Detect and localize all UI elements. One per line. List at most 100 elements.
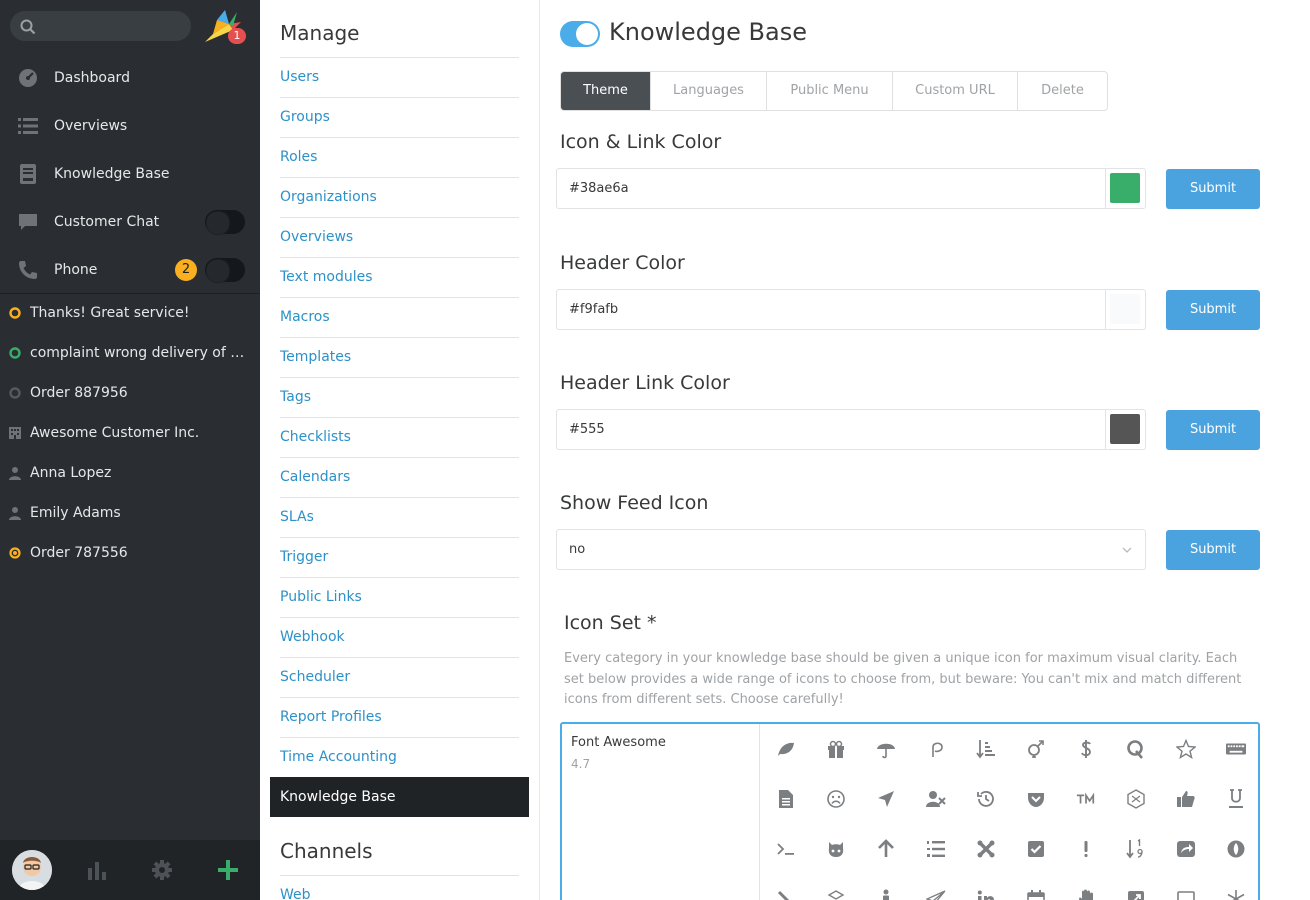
menu-item-text-modules[interactable]: Text modules — [280, 257, 519, 297]
task-label: Thanks! Great service! — [30, 305, 190, 321]
phone-count-badge: 2 — [175, 259, 197, 281]
menu-item-roles[interactable]: Roles — [280, 137, 519, 177]
menu-item-webhook[interactable]: Webhook — [280, 617, 519, 657]
calendar-icon — [1011, 874, 1061, 900]
menu-item-trigger[interactable]: Trigger — [280, 537, 519, 577]
user-avatar-icon — [12, 850, 52, 890]
menu-item-users[interactable]: Users — [280, 57, 519, 97]
task-item[interactable]: Order 787556 — [0, 533, 260, 573]
icon-set-info: Font Awesome 4.7 — [562, 724, 760, 900]
chevron-down-icon — [1122, 547, 1132, 553]
nav-item-label: Customer Chat — [54, 214, 160, 230]
gear-icon[interactable] — [152, 860, 172, 880]
submit-button[interactable]: Submit — [1166, 410, 1260, 450]
add-icon[interactable] — [218, 860, 238, 880]
channels-heading: Channels — [280, 839, 373, 863]
tab-theme[interactable]: Theme — [561, 72, 651, 110]
task-label: Order 787556 — [30, 545, 128, 561]
color-picker[interactable] — [1105, 169, 1145, 208]
nav-item-phone[interactable]: Phone 2 — [0, 246, 260, 294]
tab-public-menu[interactable]: Public Menu — [767, 72, 893, 110]
header-link-color-value: #555 — [569, 422, 605, 437]
menu-item-report-profiles[interactable]: Report Profiles — [280, 697, 519, 737]
main-content: Knowledge Base Theme Languages Public Me… — [540, 0, 1310, 900]
arrow-up-icon — [861, 824, 911, 874]
task-item[interactable]: Emily Adams — [0, 493, 260, 533]
avatar[interactable] — [12, 850, 52, 890]
pied-piper-icon — [911, 724, 961, 774]
menu-item-organizations[interactable]: Organizations — [280, 177, 519, 217]
knowledge-base-enabled-toggle[interactable] — [560, 21, 600, 47]
task-item[interactable]: Awesome Customer Inc. — [0, 413, 260, 453]
task-item[interactable]: Order 887956 — [0, 373, 260, 413]
menu-item-checklists[interactable]: Checklists — [280, 417, 519, 457]
phone-toggle[interactable] — [205, 258, 245, 283]
tab-languages[interactable]: Languages — [651, 72, 767, 110]
keyboard-icon — [1211, 724, 1261, 774]
task-label: Emily Adams — [30, 505, 121, 521]
menu-item-knowledge-base[interactable]: Knowledge Base — [270, 777, 529, 817]
list-ol-icon — [911, 824, 961, 874]
task-item[interactable]: Anna Lopez — [0, 453, 260, 493]
task-item[interactable]: Thanks! Great service! — [0, 293, 260, 333]
nav-item-dashboard[interactable]: Dashboard — [0, 54, 260, 102]
nav-bottom-bar — [0, 840, 260, 900]
menu-item-groups[interactable]: Groups — [280, 97, 519, 137]
menu-item-scheduler[interactable]: Scheduler — [280, 657, 519, 697]
color-swatch — [1110, 173, 1140, 203]
ticket-pending-icon — [9, 547, 21, 559]
nav-item-overviews[interactable]: Overviews — [0, 102, 260, 150]
task-label: Anna Lopez — [30, 465, 112, 481]
submit-button[interactable]: Submit — [1166, 169, 1260, 209]
page-title: Knowledge Base — [609, 18, 807, 46]
notification-badge[interactable]: 1 — [228, 28, 246, 44]
hexagon-icon — [1111, 774, 1161, 824]
tab-delete[interactable]: Delete — [1018, 72, 1107, 110]
nav-item-customer-chat[interactable]: Customer Chat — [0, 198, 260, 246]
menu-item-slas[interactable]: SLAs — [280, 497, 519, 537]
gift-icon — [811, 724, 861, 774]
pocket-icon — [1011, 774, 1061, 824]
icon-set-option[interactable]: Font Awesome 4.7 — [560, 722, 1260, 900]
location-arrow-icon — [861, 774, 911, 824]
rebel-icon — [1211, 824, 1261, 874]
icon-link-color-field[interactable]: #38ae6a — [556, 168, 1146, 209]
user-times-icon — [911, 774, 961, 824]
header-color-field[interactable]: #f9fafb — [556, 289, 1146, 330]
history-icon — [961, 774, 1011, 824]
gavel-icon — [761, 874, 811, 900]
manage-heading: Manage — [280, 21, 360, 45]
menu-item-overviews[interactable]: Overviews — [280, 217, 519, 257]
menu-item-templates[interactable]: Templates — [280, 337, 519, 377]
nav-item-knowledge-base[interactable]: Knowledge Base — [0, 150, 260, 198]
menu-item-public-links[interactable]: Public Links — [280, 577, 519, 617]
hand-paper-icon — [1061, 874, 1111, 900]
color-picker[interactable] — [1105, 410, 1145, 449]
reports-icon[interactable] — [87, 860, 107, 880]
tab-custom-url[interactable]: Custom URL — [893, 72, 1018, 110]
icon-set-name: Font Awesome — [571, 735, 666, 750]
global-search-input[interactable] — [10, 11, 191, 41]
menu-item-calendars[interactable]: Calendars — [280, 457, 519, 497]
menu-item-macros[interactable]: Macros — [280, 297, 519, 337]
thumbs-up-icon — [1161, 774, 1211, 824]
task-item[interactable]: complaint wrong delivery of order — [0, 333, 260, 373]
show-feed-icon-value: no — [569, 542, 586, 557]
submit-button[interactable]: Submit — [1166, 290, 1260, 330]
show-feed-icon-select[interactable]: no — [556, 529, 1146, 570]
trademark-icon — [1061, 774, 1111, 824]
color-picker[interactable] — [1105, 290, 1145, 329]
menu-item-time-accounting[interactable]: Time Accounting — [280, 737, 519, 777]
header-color-value: #f9fafb — [569, 302, 619, 317]
dashboard-icon — [19, 69, 37, 87]
menu-item-web[interactable]: Web — [280, 875, 519, 900]
search-icon — [20, 19, 36, 35]
header-link-color-field[interactable]: #555 — [556, 409, 1146, 450]
submit-button[interactable]: Submit — [1166, 530, 1260, 570]
nav-item-label: Dashboard — [54, 70, 130, 86]
menu-item-tags[interactable]: Tags — [280, 377, 519, 417]
user-icon — [9, 507, 21, 520]
customer-chat-toggle[interactable] — [205, 210, 245, 235]
paper-plane-icon — [911, 874, 961, 900]
external-link-square-icon — [1111, 874, 1161, 900]
